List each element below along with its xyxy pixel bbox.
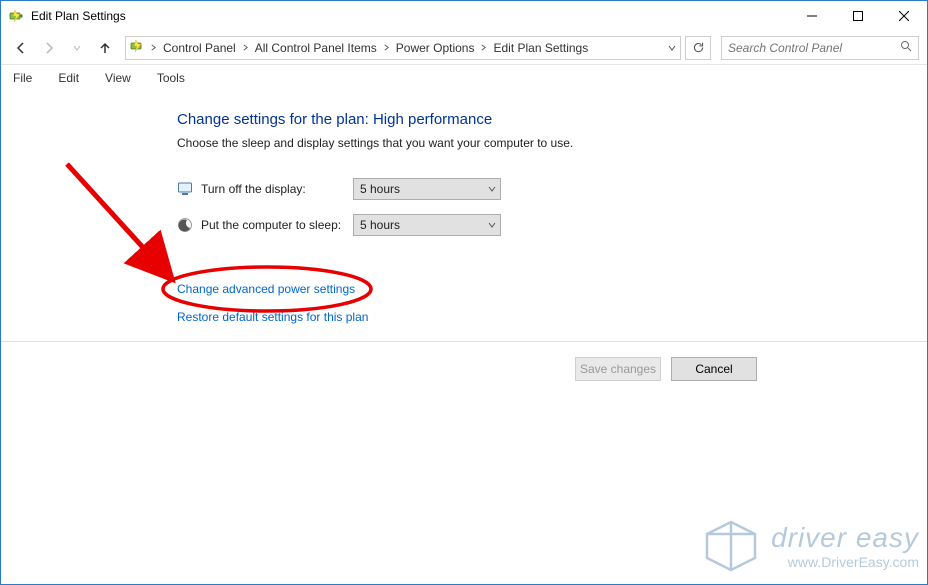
window-title: Edit Plan Settings bbox=[31, 9, 126, 23]
breadcrumb-seg[interactable]: Edit Plan Settings bbox=[491, 41, 590, 55]
power-options-icon bbox=[130, 38, 146, 57]
maximize-button[interactable] bbox=[835, 1, 881, 31]
menu-bar: File Edit View Tools bbox=[1, 65, 927, 91]
moon-icon bbox=[177, 217, 193, 233]
watermark: driver easy www.DriverEasy.com bbox=[701, 516, 919, 576]
chevron-down-icon bbox=[488, 182, 496, 196]
titlebar: Edit Plan Settings bbox=[1, 1, 927, 31]
watermark-line2: www.DriverEasy.com bbox=[771, 554, 919, 570]
chevron-right-icon[interactable] bbox=[242, 44, 249, 51]
link-block: Change advanced power settings Restore d… bbox=[177, 282, 927, 338]
forward-button[interactable] bbox=[37, 36, 61, 60]
sleep-timeout-row: Put the computer to sleep: 5 hours bbox=[177, 214, 927, 236]
address-bar[interactable]: Control Panel All Control Panel Items Po… bbox=[125, 36, 681, 60]
display-timeout-value: 5 hours bbox=[360, 182, 400, 196]
chevron-right-icon[interactable] bbox=[383, 44, 390, 51]
search-input[interactable] bbox=[728, 41, 900, 55]
refresh-button[interactable] bbox=[685, 36, 711, 60]
recent-locations-button[interactable] bbox=[65, 36, 89, 60]
breadcrumb-seg[interactable]: All Control Panel Items bbox=[253, 41, 379, 55]
minimize-button[interactable] bbox=[789, 1, 835, 31]
watermark-line1: driver easy bbox=[771, 522, 919, 554]
monitor-icon bbox=[177, 181, 193, 197]
page-subheading: Choose the sleep and display settings th… bbox=[177, 136, 927, 150]
menu-tools[interactable]: Tools bbox=[153, 69, 189, 87]
sleep-timeout-select[interactable]: 5 hours bbox=[353, 214, 501, 236]
display-timeout-label: Turn off the display: bbox=[201, 182, 353, 196]
back-button[interactable] bbox=[9, 36, 33, 60]
breadcrumb-seg[interactable]: Control Panel bbox=[161, 41, 238, 55]
navbar: Control Panel All Control Panel Items Po… bbox=[1, 31, 927, 65]
save-button: Save changes bbox=[575, 357, 661, 381]
up-button[interactable] bbox=[93, 36, 117, 60]
address-dropdown-button[interactable] bbox=[668, 44, 676, 52]
chevron-down-icon bbox=[488, 218, 496, 232]
power-options-icon bbox=[9, 8, 25, 24]
chevron-right-icon[interactable] bbox=[150, 44, 157, 51]
menu-edit[interactable]: Edit bbox=[54, 69, 83, 87]
menu-view[interactable]: View bbox=[101, 69, 135, 87]
content-pane: Change settings for the plan: High perfo… bbox=[1, 91, 927, 338]
footer: Save changes Cancel bbox=[1, 341, 927, 395]
display-timeout-select[interactable]: 5 hours bbox=[353, 178, 501, 200]
watermark-logo-icon bbox=[701, 516, 761, 576]
restore-defaults-link[interactable]: Restore default settings for this plan bbox=[177, 310, 368, 324]
close-button[interactable] bbox=[881, 1, 927, 31]
search-icon[interactable] bbox=[900, 40, 912, 55]
sleep-timeout-value: 5 hours bbox=[360, 218, 400, 232]
sleep-timeout-label: Put the computer to sleep: bbox=[201, 218, 353, 232]
breadcrumb-seg[interactable]: Power Options bbox=[394, 41, 477, 55]
page-heading: Change settings for the plan: High perfo… bbox=[177, 111, 927, 128]
search-box[interactable] bbox=[721, 36, 919, 60]
cancel-button[interactable]: Cancel bbox=[671, 357, 757, 381]
display-timeout-row: Turn off the display: 5 hours bbox=[177, 178, 927, 200]
menu-file[interactable]: File bbox=[9, 69, 36, 87]
change-advanced-link[interactable]: Change advanced power settings bbox=[177, 282, 355, 296]
window-controls bbox=[789, 1, 927, 31]
chevron-right-icon[interactable] bbox=[480, 44, 487, 51]
